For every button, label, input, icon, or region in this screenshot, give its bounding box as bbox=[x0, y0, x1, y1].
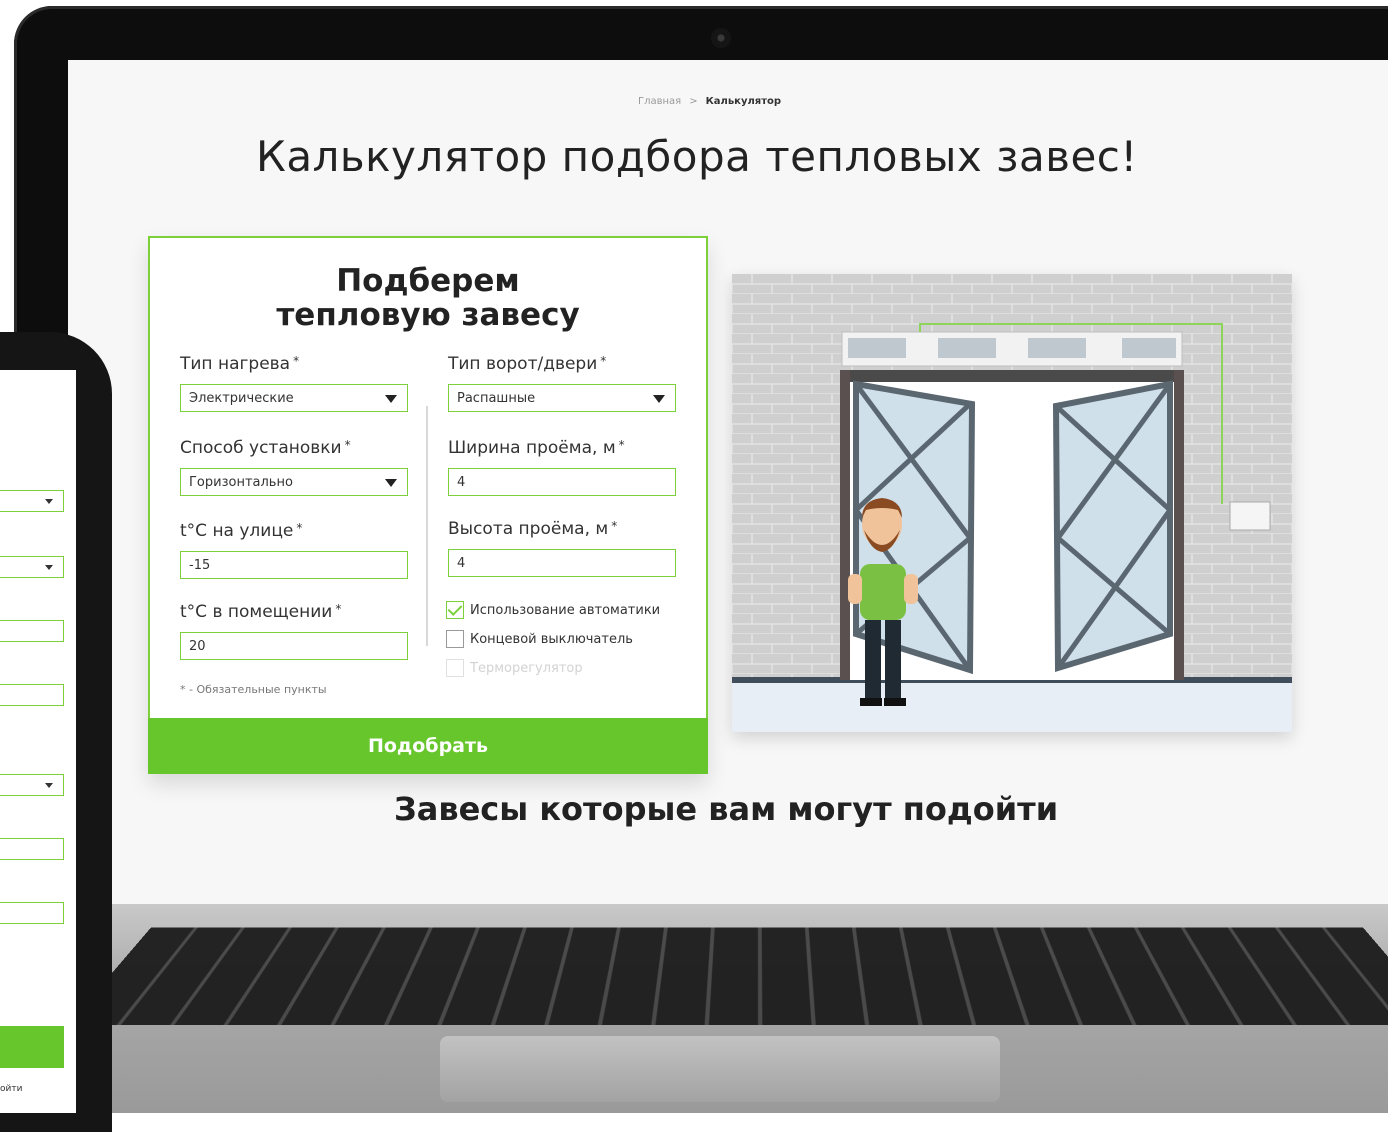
results-title: Завесы которые вам могут подойти bbox=[394, 790, 1059, 828]
install-method-select[interactable]: Горизонтально bbox=[180, 468, 408, 496]
required-mark: * bbox=[344, 438, 351, 452]
thermostat-checkbox-row: Терморегулятор bbox=[446, 659, 583, 677]
chevron-down-icon bbox=[385, 395, 397, 403]
gate-type-label-text: Тип ворот/двери bbox=[448, 354, 598, 374]
phone-select[interactable] bbox=[0, 490, 64, 512]
required-mark: * bbox=[618, 438, 625, 452]
door-frame-left bbox=[840, 370, 850, 680]
chevron-down-icon bbox=[45, 499, 53, 504]
breadcrumb: Главная > Калькулятор bbox=[638, 96, 781, 107]
indoor-temp-label-text: t°C в помещении bbox=[180, 602, 333, 622]
checkbox-automation-label: Использование автоматики bbox=[470, 602, 661, 618]
required-note: * - Обязательные пункты bbox=[180, 683, 327, 696]
opening-height-label-text: Высота проёма, м bbox=[448, 519, 609, 539]
curtain-grille bbox=[848, 338, 906, 358]
opening-height-input[interactable]: 4 bbox=[448, 549, 676, 577]
chevron-down-icon bbox=[45, 783, 53, 788]
gate-type-select[interactable]: Распашные bbox=[448, 384, 676, 412]
trackpad bbox=[440, 1036, 1000, 1102]
form-title-line-1: Подберем bbox=[336, 263, 520, 299]
phone-input[interactable] bbox=[0, 620, 64, 642]
install-method-value: Горизонтально bbox=[189, 474, 293, 490]
outdoor-temp-label-text: t°C на улице bbox=[180, 521, 294, 541]
required-mark: * bbox=[611, 519, 618, 533]
required-mark: * bbox=[335, 602, 342, 616]
outdoor-temp-input[interactable]: -15 bbox=[180, 551, 408, 579]
required-mark: * bbox=[296, 521, 303, 535]
required-mark: * bbox=[293, 354, 300, 368]
calculator-form: Подберем тепловую завесу Тип нагрева * Эл… bbox=[148, 236, 708, 774]
curtain-grille bbox=[1028, 338, 1086, 358]
right-door-leaf bbox=[1052, 380, 1173, 673]
heating-type-value: Электрические bbox=[189, 390, 294, 406]
opening-width-label: Ширина проёма, м * bbox=[448, 438, 625, 458]
limit-switch-checkbox-row[interactable]: Концевой выключатель bbox=[446, 630, 633, 648]
chevron-down-icon bbox=[385, 479, 397, 487]
control-panel bbox=[1229, 501, 1271, 531]
page-title: Калькулятор подбора тепловых завес! bbox=[256, 132, 1138, 181]
install-method-label-text: Способ установки bbox=[180, 438, 342, 458]
breadcrumb-home-link[interactable]: Главная bbox=[638, 96, 681, 107]
heating-type-label-text: Тип нагрева bbox=[180, 354, 291, 374]
camera-icon bbox=[711, 28, 731, 48]
checkbox-thermostat bbox=[446, 659, 464, 677]
opening-width-input[interactable]: 4 bbox=[448, 468, 676, 496]
form-title: Подберем тепловую завесу bbox=[150, 264, 706, 332]
chevron-right-icon: > bbox=[689, 96, 698, 107]
indoor-temp-label: t°C в помещении * bbox=[180, 602, 341, 622]
curtain-grille bbox=[938, 338, 996, 358]
heating-type-select[interactable]: Электрические bbox=[180, 384, 408, 412]
phone-input[interactable] bbox=[0, 902, 64, 924]
opening-height-label: Высота проёма, м * bbox=[448, 519, 617, 539]
required-mark: * bbox=[600, 354, 607, 368]
keyboard bbox=[67, 927, 1388, 1025]
door-frame-top bbox=[840, 370, 1184, 382]
column-divider bbox=[426, 406, 428, 646]
checkbox-limit-switch[interactable] bbox=[446, 630, 464, 648]
install-method-label: Способ установки * bbox=[180, 438, 351, 458]
phone-select[interactable] bbox=[0, 774, 64, 796]
floor bbox=[732, 679, 1292, 732]
gate-type-label: Тип ворот/двери * bbox=[448, 354, 606, 374]
door-frame-right bbox=[1174, 370, 1184, 680]
phone-select[interactable] bbox=[0, 556, 64, 578]
gate-illustration-svg bbox=[732, 274, 1292, 732]
laptop-screen: Главная > Калькулятор Калькулятор подбор… bbox=[68, 60, 1388, 905]
submit-button[interactable]: Подобрать bbox=[148, 718, 708, 774]
checkbox-limit-switch-label: Концевой выключатель bbox=[470, 631, 633, 647]
breadcrumb-current: Калькулятор bbox=[705, 96, 782, 107]
opening-width-label-text: Ширина проёма, м bbox=[448, 438, 616, 458]
indoor-temp-input[interactable]: 20 bbox=[180, 632, 408, 660]
phone-input[interactable] bbox=[0, 838, 64, 860]
chevron-down-icon bbox=[653, 395, 665, 403]
phone-input[interactable] bbox=[0, 684, 64, 706]
gate-type-value: Распашные bbox=[457, 390, 536, 406]
form-title-line-2: тепловую завесу bbox=[276, 297, 580, 333]
heating-type-label: Тип нагрева * bbox=[180, 354, 299, 374]
chevron-down-icon bbox=[45, 565, 53, 570]
gate-illustration bbox=[732, 274, 1292, 732]
phone-results-title-partial: ойти bbox=[0, 1084, 23, 1094]
curtain-grille bbox=[1122, 338, 1176, 358]
phone-screen bbox=[0, 370, 76, 1113]
outdoor-temp-label: t°C на улице * bbox=[180, 521, 302, 541]
phone-submit-button[interactable] bbox=[0, 1026, 64, 1068]
checkbox-automation[interactable] bbox=[446, 601, 464, 619]
checkbox-thermostat-label: Терморегулятор bbox=[470, 660, 583, 676]
automation-checkbox-row[interactable]: Использование автоматики bbox=[446, 601, 660, 619]
